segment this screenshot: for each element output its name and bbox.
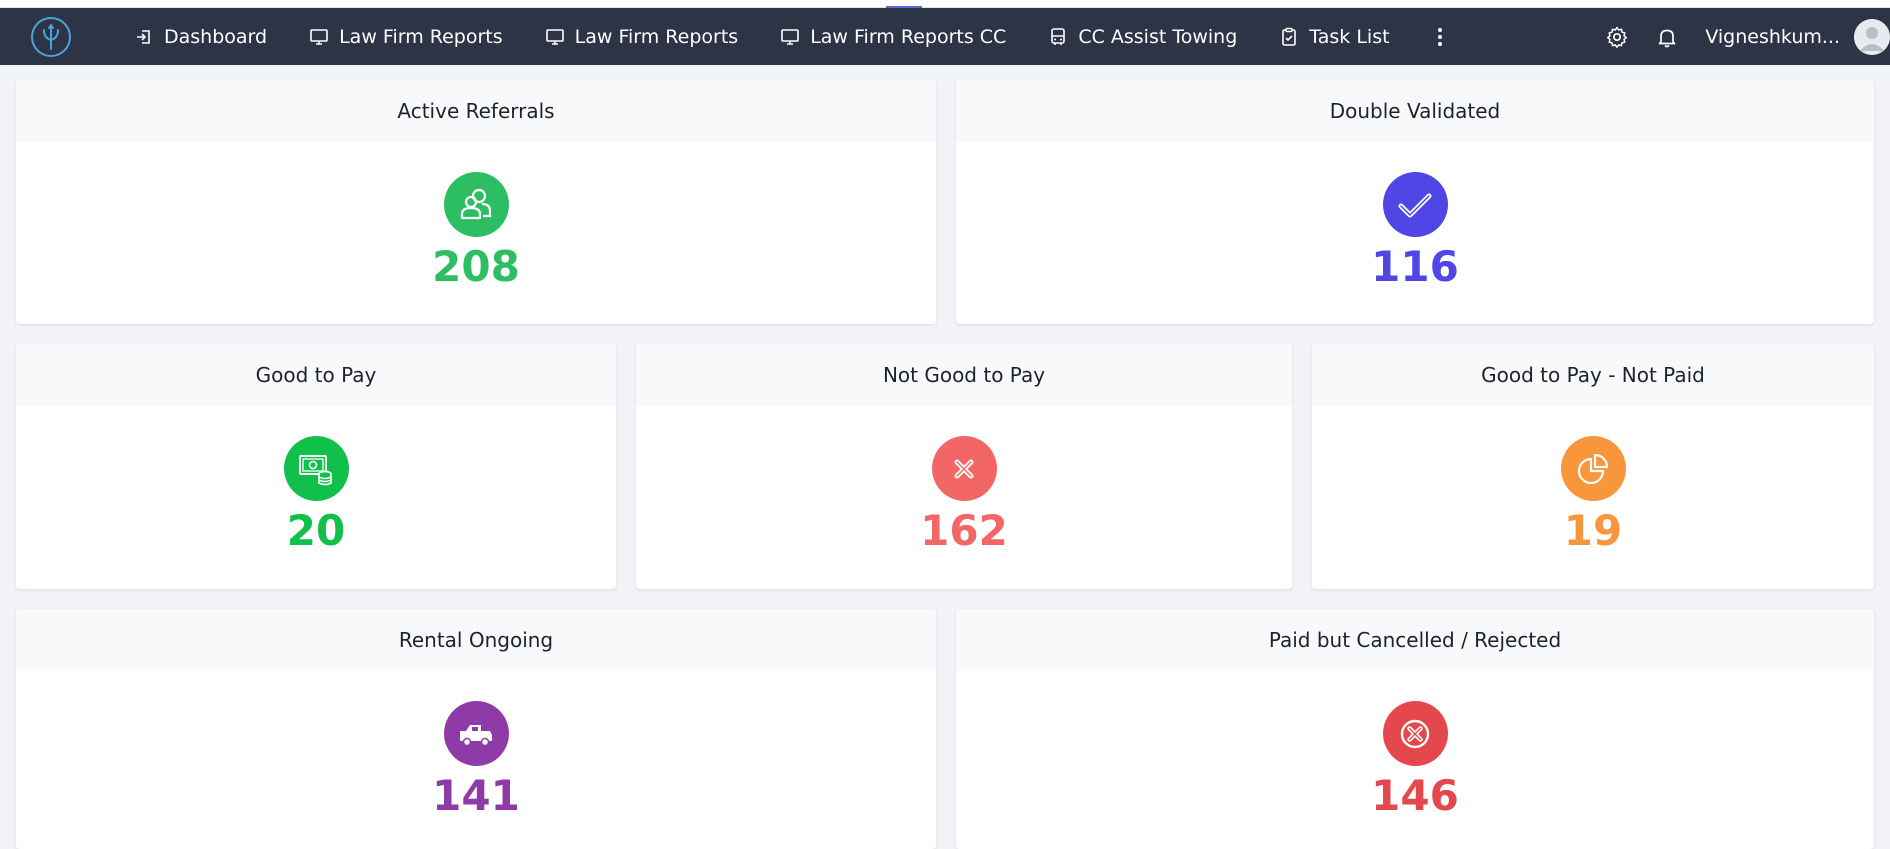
card-title: Rental Ongoing bbox=[16, 609, 936, 671]
bell-icon[interactable] bbox=[1655, 25, 1679, 49]
card-paid-but-cancelled[interactable]: Paid but Cancelled / Rejected 146 bbox=[956, 609, 1874, 849]
nav-item-law-firm-reports[interactable]: Law Firm Reports bbox=[309, 26, 503, 48]
cancel-circle-icon bbox=[1400, 719, 1430, 748]
sign-in-icon bbox=[137, 29, 150, 44]
card-title: Not Good to Pay bbox=[636, 344, 1292, 406]
nav-right: Vigneshkum... bbox=[1605, 8, 1890, 65]
card-value: 19 bbox=[1563, 506, 1623, 555]
icon-badge bbox=[931, 436, 997, 501]
trident-logo-icon bbox=[31, 17, 71, 57]
card-good-to-pay[interactable]: Good to Pay 20 bbox=[16, 344, 616, 589]
icon-badge bbox=[1560, 436, 1626, 501]
nav-item-label: CC Assist Towing bbox=[1078, 25, 1238, 48]
avatar[interactable] bbox=[1854, 18, 1890, 55]
card-value: 141 bbox=[432, 771, 520, 820]
app-logo[interactable] bbox=[30, 16, 72, 58]
card-title: Paid but Cancelled / Rejected bbox=[956, 609, 1874, 671]
bus-icon bbox=[1051, 27, 1066, 45]
nav-item-label: Law Firm Reports CC bbox=[810, 25, 1007, 48]
gear-icon[interactable] bbox=[1605, 25, 1629, 49]
user-name[interactable]: Vigneshkum... bbox=[1705, 26, 1840, 48]
users-icon bbox=[460, 188, 492, 219]
icon-badge bbox=[1382, 172, 1448, 237]
card-good-to-pay-not-paid[interactable]: Good to Pay - Not Paid 19 bbox=[1312, 344, 1874, 589]
card-title: Good to Pay bbox=[16, 344, 616, 406]
card-active-referrals[interactable]: Active Referrals 208 bbox=[16, 80, 936, 324]
card-title: Double Validated bbox=[956, 80, 1874, 142]
browser-top-strip bbox=[0, 0, 1890, 8]
card-rental-ongoing[interactable]: Rental Ongoing 141 bbox=[16, 609, 936, 849]
nav-item-label: Law Firm Reports bbox=[339, 25, 503, 48]
card-value: 146 bbox=[1371, 771, 1459, 820]
clipboard-icon bbox=[1282, 27, 1297, 46]
card-value: 20 bbox=[286, 506, 346, 555]
more-menu-icon[interactable] bbox=[1432, 24, 1448, 50]
nav-item-law-firm-reports-cc[interactable]: Law Firm Reports CC bbox=[780, 26, 1006, 48]
card-value: 116 bbox=[1371, 242, 1459, 291]
icon-badge bbox=[1382, 701, 1448, 766]
card-double-validated[interactable]: Double Validated 116 bbox=[956, 80, 1874, 324]
user-avatar-icon bbox=[1854, 18, 1890, 55]
card-not-good-to-pay[interactable]: Not Good to Pay 162 bbox=[636, 344, 1292, 589]
nav-item-law-firm-reports-2[interactable]: Law Firm Reports bbox=[545, 25, 739, 48]
icon-badge bbox=[443, 701, 509, 766]
nav-item-label: Task List bbox=[1309, 25, 1390, 48]
icon-badge bbox=[443, 172, 509, 237]
nav-item-dashboard[interactable]: Dashboard bbox=[134, 26, 267, 48]
card-title: Good to Pay - Not Paid bbox=[1312, 344, 1874, 406]
money-coins-icon bbox=[299, 454, 332, 485]
monitor-icon bbox=[781, 28, 799, 45]
monitor-icon bbox=[545, 28, 564, 45]
nav-item-label: Dashboard bbox=[164, 25, 268, 48]
top-navbar: Dashboard Law Firm Reports Law Firm Repo… bbox=[0, 8, 1890, 65]
nav-item-cc-assist-towing[interactable]: CC Assist Towing bbox=[1048, 26, 1237, 48]
card-title: Active Referrals bbox=[16, 80, 936, 142]
icon-badge bbox=[283, 436, 349, 501]
pie-chart-icon bbox=[1577, 453, 1609, 484]
card-value: 208 bbox=[432, 242, 520, 291]
nav-item-label: Law Firm Reports bbox=[574, 25, 739, 48]
truck-icon bbox=[460, 724, 492, 746]
card-value: 162 bbox=[920, 506, 1008, 555]
check-icon bbox=[1398, 193, 1432, 217]
nav-menu: Dashboard Law Firm Reports Law Firm Repo… bbox=[134, 8, 1448, 65]
monitor-icon bbox=[310, 28, 328, 45]
nav-item-task-list[interactable]: Task List bbox=[1279, 25, 1390, 48]
close-icon bbox=[954, 459, 974, 478]
